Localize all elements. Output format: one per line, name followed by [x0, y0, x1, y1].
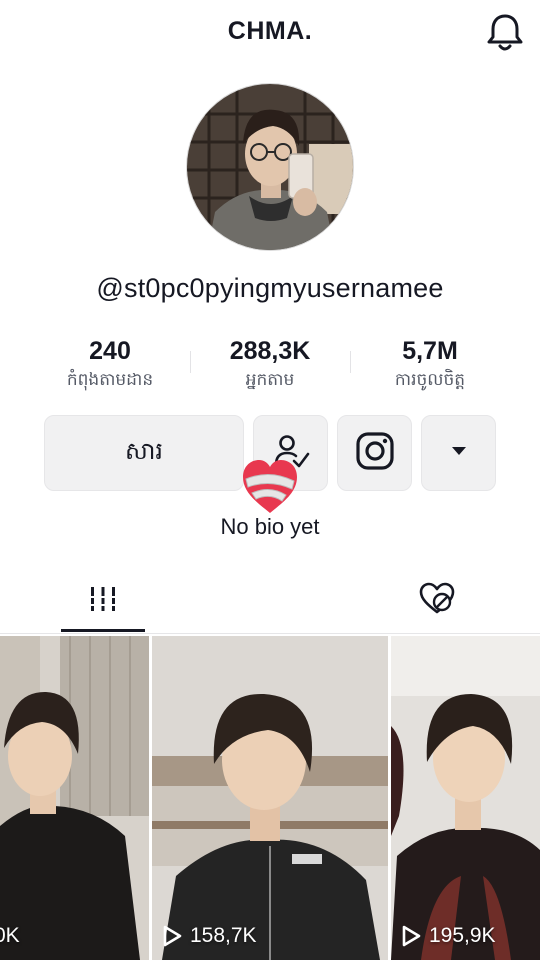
view-count-text: 0K	[0, 924, 20, 947]
avatar[interactable]	[186, 83, 354, 251]
liked-hidden-icon	[418, 582, 456, 621]
view-count-text: 158,7K	[190, 924, 257, 947]
grid-icon	[88, 584, 118, 619]
likes-label: ការចូលចិត្ត	[394, 370, 466, 390]
tab-liked[interactable]	[405, 570, 469, 633]
profile-header: CHMA.	[0, 0, 540, 66]
following-label: កំពុងតាមដាន	[66, 370, 154, 390]
bell-icon[interactable]	[485, 11, 525, 53]
video-grid: 0K 158,7K	[0, 636, 540, 960]
more-button[interactable]	[421, 415, 496, 491]
message-button[interactable]: សារ	[44, 415, 244, 491]
stat-likes[interactable]: 5,7M ការចូលចិត្ត	[350, 335, 510, 393]
video-thumbnail[interactable]: 195,9K	[391, 636, 540, 960]
video-view-count: 195,9K	[401, 924, 496, 948]
active-tab-indicator	[61, 629, 145, 632]
followers-label: អ្នកតាម	[245, 370, 295, 390]
bio-text: No bio yet	[220, 514, 320, 539]
play-icon	[163, 925, 182, 947]
instagram-icon	[355, 431, 395, 476]
caret-down-icon	[451, 444, 467, 462]
profile-stats: 240 កំពុងតាមដាន 288,3K អ្នកតាម 5,7M ការច…	[0, 335, 540, 399]
username: @st0pc0pyingmyusernamee	[96, 273, 444, 303]
likes-count: 5,7M	[402, 337, 458, 365]
following-count: 240	[89, 337, 131, 365]
video-view-count: 158,7K	[162, 924, 257, 948]
video-thumbnail[interactable]: 158,7K	[152, 636, 388, 960]
profile-tabs	[0, 570, 540, 634]
stat-followers[interactable]: 288,3K អ្នកតាម	[190, 335, 350, 393]
instagram-button[interactable]	[337, 415, 412, 491]
followers-count: 288,3K	[229, 337, 311, 365]
tab-videos[interactable]	[61, 570, 145, 633]
stat-following[interactable]: 240 កំពុងតាមដាន	[30, 335, 190, 393]
profile-title: CHMA.	[227, 17, 313, 45]
video-view-count: 0K	[0, 924, 20, 948]
view-count-text: 195,9K	[429, 924, 496, 947]
video-thumbnail[interactable]: 0K	[0, 636, 149, 960]
play-icon	[402, 925, 421, 947]
bandaged-heart-icon	[240, 455, 300, 517]
